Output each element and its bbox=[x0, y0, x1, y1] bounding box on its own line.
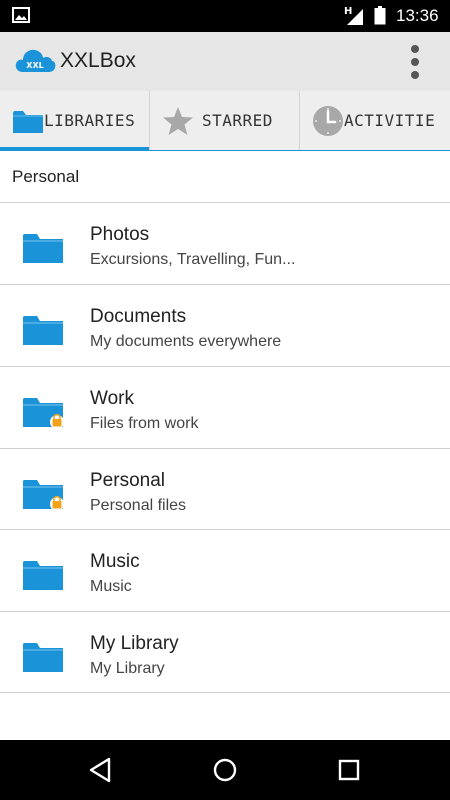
library-row-music[interactable]: Music Music bbox=[0, 530, 450, 611]
home-icon[interactable] bbox=[210, 755, 240, 785]
divider bbox=[0, 692, 450, 693]
clock-icon bbox=[313, 106, 343, 136]
library-description: Music bbox=[90, 578, 132, 595]
tab-activities-label: ACTIVITIE bbox=[344, 111, 436, 130]
library-description: Personal files bbox=[90, 497, 187, 514]
library-name: Personal bbox=[90, 470, 165, 491]
tab-activities[interactable]: ACTIVITIE bbox=[300, 91, 450, 151]
clock-time: 13:36 bbox=[396, 6, 439, 25]
library-row-work[interactable]: Work Files from work bbox=[0, 367, 450, 448]
library-name: My Library bbox=[90, 633, 179, 654]
folder-icon bbox=[13, 111, 43, 133]
overflow-menu-icon[interactable] bbox=[400, 42, 430, 82]
library-name: Work bbox=[90, 388, 134, 409]
system-nav-bar bbox=[0, 740, 450, 800]
library-row-my-library[interactable]: My Library My Library bbox=[0, 612, 450, 693]
library-row-documents[interactable]: Documents My documents everywhere bbox=[0, 285, 450, 366]
signal-icon bbox=[347, 9, 363, 25]
recents-icon[interactable] bbox=[334, 755, 364, 785]
library-name: Documents bbox=[90, 306, 187, 327]
library-row-personal[interactable]: Personal Personal files bbox=[0, 449, 450, 530]
folder-icon bbox=[23, 316, 63, 345]
folder-icon bbox=[23, 561, 63, 590]
library-description: My documents everywhere bbox=[90, 333, 282, 350]
tab-starred-label: STARRED bbox=[202, 111, 273, 130]
status-bar: H 13:36 bbox=[0, 0, 450, 32]
library-description: Excursions, Travelling, Fun... bbox=[90, 251, 296, 268]
tab-bar-underline bbox=[0, 150, 450, 151]
library-name: Photos bbox=[90, 224, 150, 245]
library-description: Files from work bbox=[90, 415, 199, 432]
tab-bar: LIBRARIES STARRED ACTIVITIE bbox=[0, 91, 450, 151]
locked-folder-icon bbox=[23, 480, 64, 511]
library-name: Music bbox=[90, 551, 140, 572]
locked-folder-icon bbox=[23, 398, 64, 429]
section-header: Personal bbox=[12, 167, 80, 186]
app-bar: XXL XXLBox bbox=[0, 32, 450, 91]
library-description: My Library bbox=[90, 660, 165, 677]
star-icon bbox=[163, 107, 193, 135]
library-row-photos[interactable]: Photos Excursions, Travelling, Fun... bbox=[0, 203, 450, 284]
app-title: XXLBox bbox=[60, 49, 136, 72]
folder-icon bbox=[23, 643, 63, 672]
tab-libraries[interactable]: LIBRARIES bbox=[0, 91, 149, 151]
tab-starred[interactable]: STARRED bbox=[150, 91, 299, 151]
image-notification-icon bbox=[12, 7, 30, 23]
folder-icon bbox=[23, 234, 63, 263]
battery-icon bbox=[374, 6, 386, 25]
logo-text: XXL bbox=[26, 61, 43, 70]
tab-libraries-label: LIBRARIES bbox=[44, 111, 136, 130]
cloud-logo-icon: XXL bbox=[15, 49, 56, 72]
back-icon[interactable] bbox=[86, 755, 116, 785]
